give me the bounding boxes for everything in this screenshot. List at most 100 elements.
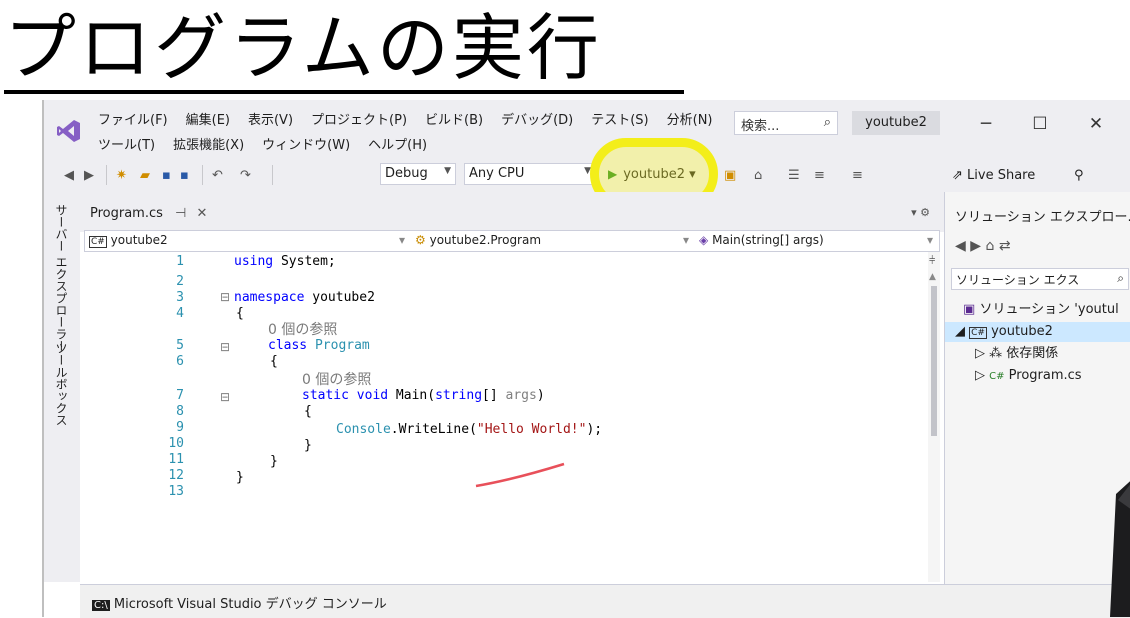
platform-dropdown[interactable]: Any CPU ▼: [464, 163, 596, 185]
sync-icon[interactable]: ⇄: [999, 238, 1011, 254]
menu-view[interactable]: 表示(V): [248, 109, 293, 128]
configuration-dropdown[interactable]: Debug ▼: [380, 163, 456, 185]
code-text: }: [236, 470, 244, 485]
tree-item-program-cs[interactable]: ▷ C# Program.cs: [975, 366, 1082, 386]
code-editor[interactable]: 1 2 3 4 5 6 7 8 9 10 11 12 13 ⊟ ⊟ ⊟ usin…: [84, 252, 940, 582]
line-number: 11: [168, 452, 184, 467]
visual-studio-logo-icon: [57, 120, 80, 142]
menu-project[interactable]: プロジェクト(P): [311, 109, 407, 128]
collapse-icon[interactable]: ⊟: [220, 390, 230, 404]
feedback-icon[interactable]: ⚲: [1074, 165, 1084, 187]
menu-file[interactable]: ファイル(F): [98, 109, 168, 128]
menu-row-2: ツール(T) 拡張機能(X) ウィンドウ(W) ヘルプ(H): [98, 134, 427, 153]
tab-label: Program.cs: [90, 206, 163, 221]
back-icon[interactable]: ◀: [955, 238, 966, 254]
expand-icon[interactable]: ◢: [955, 324, 965, 339]
expand-icon[interactable]: ▷: [975, 346, 985, 361]
browse-icon[interactable]: ▣: [724, 165, 736, 187]
close-button[interactable]: ✕: [1080, 112, 1112, 136]
solution-name: youtube2: [852, 111, 940, 135]
toolbar-separator: [106, 165, 107, 185]
forward-icon[interactable]: ▶: [84, 165, 94, 187]
nav-project-dropdown[interactable]: C# youtube2: [89, 233, 168, 248]
tree-item-project[interactable]: ◢ C# youtube2: [945, 322, 1130, 342]
code-text: {: [270, 354, 278, 369]
line-number: 9: [176, 420, 184, 435]
pin-icon[interactable]: ⊣: [175, 206, 186, 221]
forward-icon[interactable]: ▶: [970, 238, 981, 254]
search-icon: ⌕: [823, 115, 831, 130]
chevron-down-icon: ▾: [927, 233, 934, 247]
line-number: 6: [176, 354, 184, 369]
undo-icon[interactable]: ↶: [212, 165, 223, 187]
menu-debug[interactable]: デバッグ(D): [501, 109, 573, 128]
editor-scrollbar[interactable]: ⫩ ▲: [928, 252, 940, 582]
code-line-11: }: [270, 454, 278, 470]
menu-edit[interactable]: 編集(E): [186, 109, 230, 128]
scrollbar-thumb[interactable]: [931, 286, 937, 436]
save-icon[interactable]: ▪: [162, 165, 171, 187]
string-literal: "Hello World!": [476, 422, 587, 437]
menu-build[interactable]: ビルド(B): [425, 109, 483, 128]
toolbox-tab[interactable]: ツールボックス: [53, 342, 70, 426]
menubar: ファイル(F) 編集(E) 表示(V) プロジェクト(P) ビルド(B) デバッ…: [44, 100, 1130, 158]
split-icon[interactable]: ⫩: [929, 254, 935, 268]
tree-item-dependencies[interactable]: ▷ ⁂ 依存関係: [975, 344, 1058, 364]
menu-tools[interactable]: ツール(T): [98, 134, 155, 153]
minimize-button[interactable]: ─: [970, 112, 1002, 136]
code-line-1: using System;: [234, 254, 336, 270]
menu-analyze[interactable]: 分析(N): [667, 109, 713, 128]
back-icon[interactable]: ◀: [64, 165, 74, 187]
code-text: ): [536, 388, 545, 403]
se-search-placeholder: ソリューション エクス: [956, 273, 1080, 287]
nav-class-dropdown[interactable]: ⚙ youtube2.Program: [415, 233, 541, 247]
comment-icon[interactable]: ≡: [814, 165, 825, 187]
visual-studio-window: ファイル(F) 編集(E) 表示(V) プロジェクト(P) ビルド(B) デバッ…: [42, 100, 1130, 618]
live-share-button[interactable]: ⇗ Live Share: [952, 165, 1035, 187]
nav-member-dropdown[interactable]: ◈ Main(string[] args): [699, 233, 824, 247]
menu-extensions[interactable]: 拡張機能(X): [173, 134, 244, 153]
search-box[interactable]: 検索... ⌕: [734, 111, 838, 135]
code-lens-hint[interactable]: 0 個の参照: [268, 322, 337, 338]
settings-gear-icon[interactable]: ▾ ⚙: [911, 206, 930, 219]
toolbar-separator: [272, 165, 273, 185]
code-lens-hint[interactable]: 0 個の参照: [302, 372, 371, 388]
collapse-icon[interactable]: ⊟: [220, 290, 230, 304]
nav-class-label: youtube2.Program: [429, 233, 542, 247]
menu-window[interactable]: ウィンドウ(W): [262, 134, 350, 153]
tree-item-solution[interactable]: ▣ ソリューション 'youtul: [963, 300, 1119, 320]
csharp-project-icon: C#: [89, 236, 107, 248]
save-all-icon[interactable]: ▪: [180, 165, 189, 187]
tab-program-cs[interactable]: Program.cs ⊣ ✕: [90, 206, 207, 221]
expand-icon[interactable]: ▷: [975, 368, 985, 383]
open-folder-icon[interactable]: ▰: [140, 165, 150, 187]
code-text: Main(: [388, 388, 436, 403]
nav-project-label: youtube2: [110, 233, 168, 247]
scroll-up-icon[interactable]: ▲: [929, 272, 936, 282]
solution-explorer-search[interactable]: ソリューション エクス ⌕: [951, 268, 1129, 290]
maximize-button[interactable]: ☐: [1024, 112, 1056, 136]
home-icon[interactable]: ⌂: [754, 165, 762, 187]
uncomment-icon[interactable]: ≡: [852, 165, 863, 187]
code-text: {: [236, 306, 244, 321]
keyword: namespace: [234, 290, 305, 305]
nav-member-label: Main(string[] args): [712, 233, 824, 247]
code-text: }: [304, 438, 312, 453]
outline-icon[interactable]: ☰: [788, 165, 800, 187]
code-text: }: [270, 454, 278, 469]
references-hint[interactable]: 0 個の参照: [268, 322, 337, 338]
server-explorer-tab[interactable]: サーバー エクスプローラー: [53, 204, 70, 352]
menu-help[interactable]: ヘルプ(H): [368, 134, 427, 153]
dependencies-icon: ⁂: [989, 346, 1003, 361]
page-heading: プログラムの実行: [4, 6, 602, 90]
csharp-file-icon: C#: [989, 371, 1005, 382]
redo-icon[interactable]: ↷: [240, 165, 251, 187]
line-number: 13: [168, 484, 184, 499]
new-project-icon[interactable]: ✷: [116, 165, 127, 187]
close-tab-icon[interactable]: ✕: [197, 206, 208, 221]
home-icon[interactable]: ⌂: [985, 238, 994, 254]
collapse-icon[interactable]: ⊟: [220, 340, 230, 354]
menu-test[interactable]: テスト(S): [591, 109, 648, 128]
references-hint[interactable]: 0 個の参照: [302, 372, 371, 388]
chevron-down-icon: ▼: [444, 166, 451, 176]
